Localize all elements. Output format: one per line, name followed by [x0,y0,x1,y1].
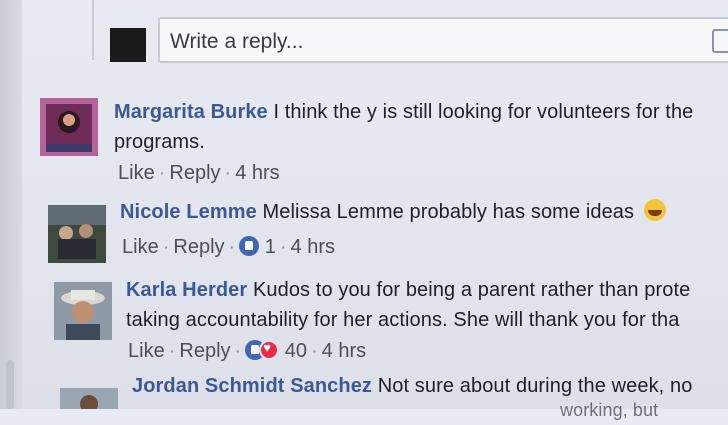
avatar [110,28,146,62]
comment-author[interactable]: Margarita Burke [114,101,268,123]
like-button[interactable]: Like [118,162,155,184]
thread-divider [92,0,94,60]
comment-actions: Like · Reply · 1 · 4 hrs [122,236,336,258]
comment-text: Melissa Lemme probably has some ideas [262,201,635,223]
comment-text: Kudos to you for being a parent rather t… [252,279,691,301]
comment-author[interactable]: Jordan Schmidt Sanchez [132,375,372,397]
profile-photo [54,282,112,340]
comment-text: working, but [560,400,659,420]
reaction-count[interactable]: 1 [265,236,276,258]
love-reaction-icon[interactable] [259,340,280,360]
reply-placeholder: Write a reply... [170,30,304,53]
avatar[interactable] [54,282,112,340]
like-reaction-icon[interactable] [239,236,260,256]
like-button[interactable]: Like [122,236,159,258]
comment-text: Not sure about during the week, no [377,375,693,397]
profile-photo [40,98,98,156]
comment-text: programs. [114,131,205,153]
camera-icon[interactable] [712,29,728,53]
reaction-count[interactable]: 40 [285,340,307,362]
reply-button[interactable]: Reply [173,236,224,258]
avatar[interactable] [48,205,106,263]
profile-photo [60,388,118,409]
timestamp[interactable]: 4 hrs [322,340,366,362]
timestamp[interactable]: 4 hrs [235,162,279,184]
comment-text: I think the y is still looking for volun… [273,101,694,123]
comment-text: taking accountability for her actions. S… [126,309,680,331]
comment-author[interactable]: Nicole Lemme [120,201,257,223]
reply-button[interactable]: Reply [169,162,220,184]
avatar[interactable] [40,98,98,156]
comment-author[interactable]: Karla Herder [126,279,247,301]
grinning-face-icon [643,199,666,221]
timestamp[interactable]: 4 hrs [291,236,335,258]
reply-input[interactable]: Write a reply... [158,17,728,63]
like-button[interactable]: Like [128,340,165,362]
comment-actions: Like · Reply · 4 hrs [118,162,280,184]
reply-button[interactable]: Reply [179,340,230,362]
scrollbar-thumb[interactable] [6,360,14,409]
profile-photo [48,205,106,263]
comment-actions: Like·Reply· 40·4 hrs [128,340,366,363]
avatar[interactable] [60,388,118,409]
left-scrollbar[interactable] [0,0,22,409]
